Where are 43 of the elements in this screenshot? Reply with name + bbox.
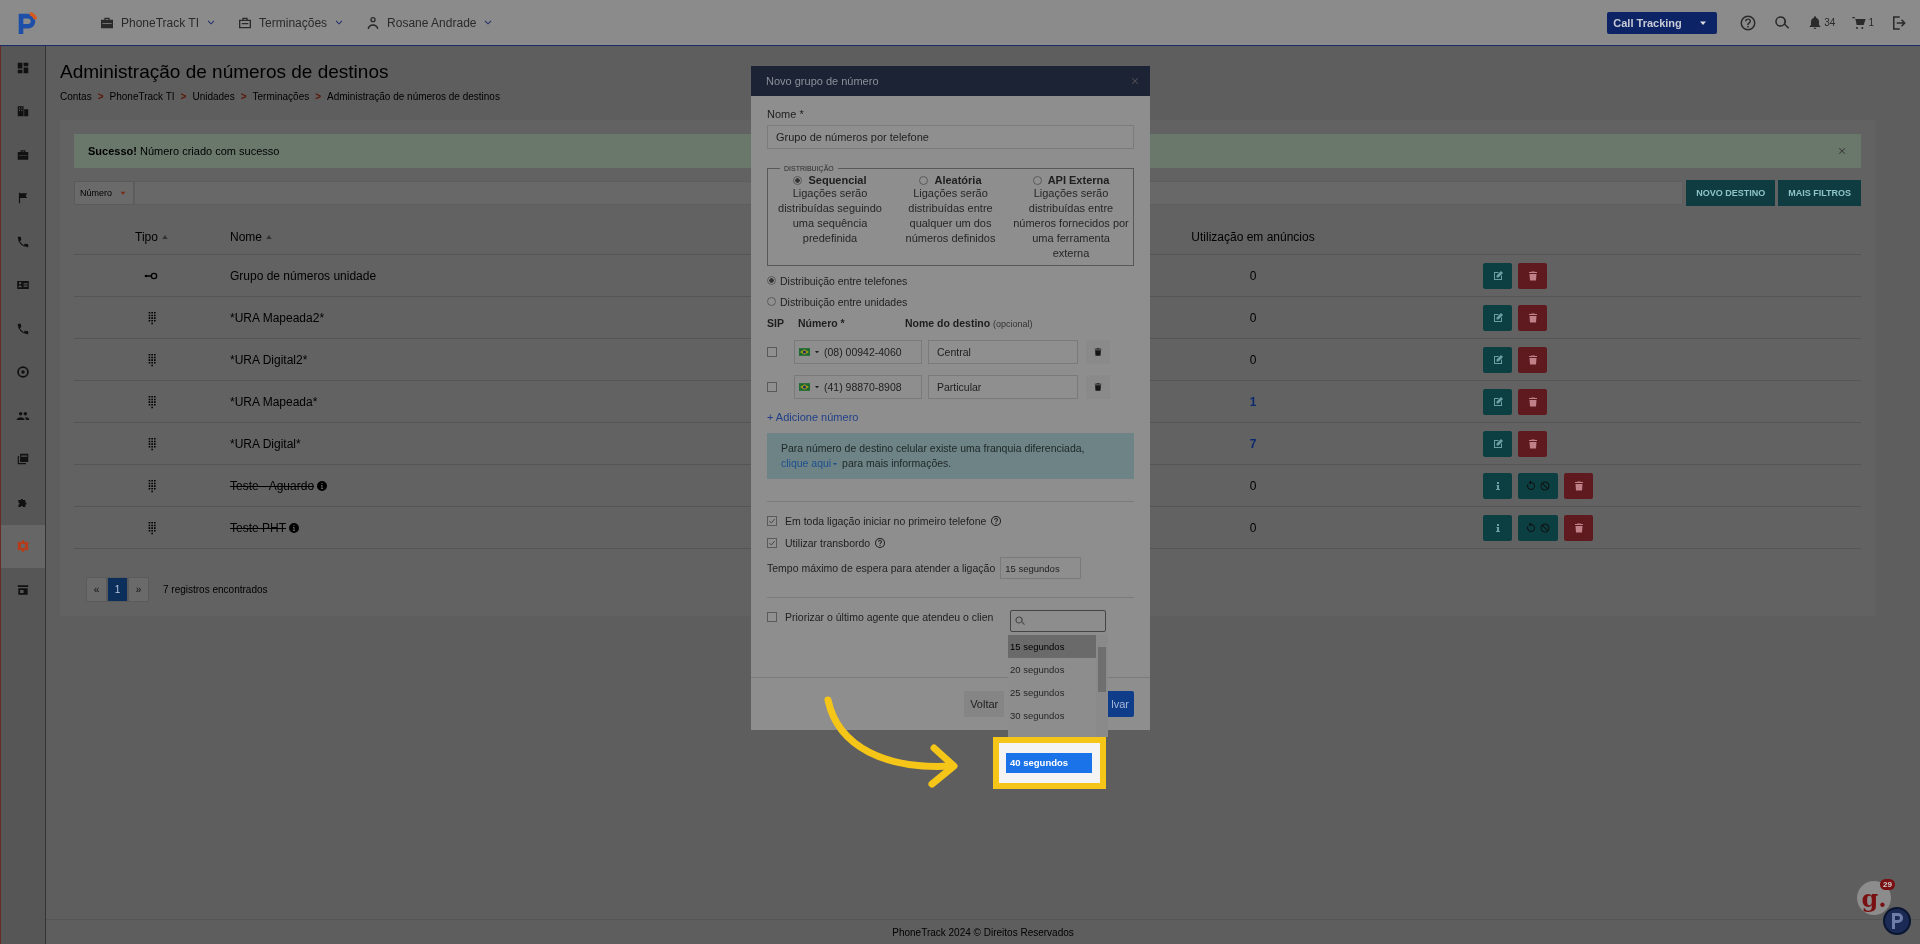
table-cell: Teste PHT: [230, 520, 286, 535]
table-cell: *URA Digital2*: [230, 352, 308, 367]
option-label: API Externa: [1047, 174, 1110, 186]
breadcrumb-separator: >: [315, 91, 322, 102]
page-title: Administração de números de destinos: [60, 61, 389, 83]
option-label: Aleatória: [934, 174, 982, 186]
radio-label: Distribuição entre unidades: [780, 295, 908, 308]
table-cell: 0: [1249, 352, 1257, 367]
radio-label: Distribuição entre telefones: [780, 274, 908, 287]
table-cell: 0: [1249, 310, 1257, 325]
table-cell: *URA Mapeada2*: [230, 310, 325, 325]
table-cell: Grupo de números unidade: [230, 268, 377, 283]
column-header: Nome: [230, 230, 262, 244]
column-header: Tipo: [135, 230, 158, 244]
option-label: Sequencial: [808, 174, 867, 186]
column-header: Número *: [798, 317, 846, 329]
footer-text: PhoneTrack 2024 © Direitos Reservados: [892, 926, 1074, 938]
column-header: SIP: [767, 317, 785, 329]
table-cell: *URA Mapeada*: [230, 394, 318, 409]
breadcrumb-separator: >: [180, 91, 187, 102]
table-cell: 0: [1249, 520, 1257, 535]
option-description: Ligações serão distribuídas entre números fornecidos por uma ferramenta externa: [1013, 186, 1129, 261]
field-label: Tempo máximo de espera para atender a ligação: [767, 562, 996, 574]
table-cell: *URA Digital*: [230, 436, 301, 451]
column-header: Nome do destino: [905, 317, 991, 329]
option-description: Ligações serão distribuídas entre qualquer um dos números definidos: [904, 186, 997, 246]
field-label: Nome *: [767, 108, 805, 120]
notification-badge: 29: [1880, 879, 1895, 890]
table-cell: Teste - Aguardo: [230, 478, 315, 493]
column-hint: (opcional): [993, 319, 1033, 329]
success-message: Sucesso! Número criado com sucesso: [88, 145, 280, 157]
table-cell: 0: [1249, 268, 1257, 283]
checkbox-label: Em toda ligação iniciar no primeiro telefone: [785, 515, 987, 527]
column-header: Utilização em anúncios: [1191, 230, 1315, 244]
checkbox-label: Priorizar o último agente que atendeu o clien: [785, 611, 994, 623]
table-cell: 0: [1249, 478, 1257, 493]
breadcrumb-separator: >: [97, 91, 104, 102]
modal-title: Novo grupo de número: [766, 75, 879, 87]
checkbox-label: Utilizar transbordo: [785, 537, 871, 549]
records-count: 7 registros encontrados: [163, 584, 268, 595]
option-description: Ligações serão distribuídas seguindo uma sequência predefinida: [777, 186, 883, 246]
breadcrumb-separator: >: [240, 91, 247, 102]
info-message: Para número de destino celular existe uma franquia diferenciada, clique aqui para mais informações.: [781, 441, 1086, 471]
